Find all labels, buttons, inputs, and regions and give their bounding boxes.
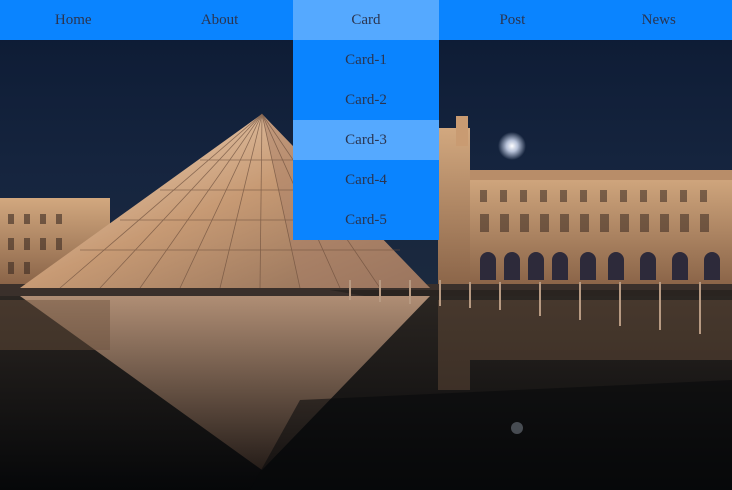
nav-item-home[interactable]: Home (0, 0, 146, 40)
dropdown-item-card-2[interactable]: Card-2 (293, 80, 439, 120)
dropdown-item-card-1[interactable]: Card-1 (293, 40, 439, 80)
nav-item-news[interactable]: News (586, 0, 732, 40)
dropdown-item-card-4[interactable]: Card-4 (293, 160, 439, 200)
dropdown-item-card-5[interactable]: Card-5 (293, 200, 439, 240)
nav-item-card[interactable]: Card (292, 0, 440, 40)
nav-item-about[interactable]: About (146, 0, 292, 40)
page: Home About Card Post News Card-1 Card-2 … (0, 0, 732, 490)
top-navbar: Home About Card Post News (0, 0, 732, 40)
dropdown-item-card-3[interactable]: Card-3 (293, 120, 439, 160)
nav-item-post[interactable]: Post (439, 0, 585, 40)
card-dropdown-menu: Card-1 Card-2 Card-3 Card-4 Card-5 (293, 40, 439, 240)
